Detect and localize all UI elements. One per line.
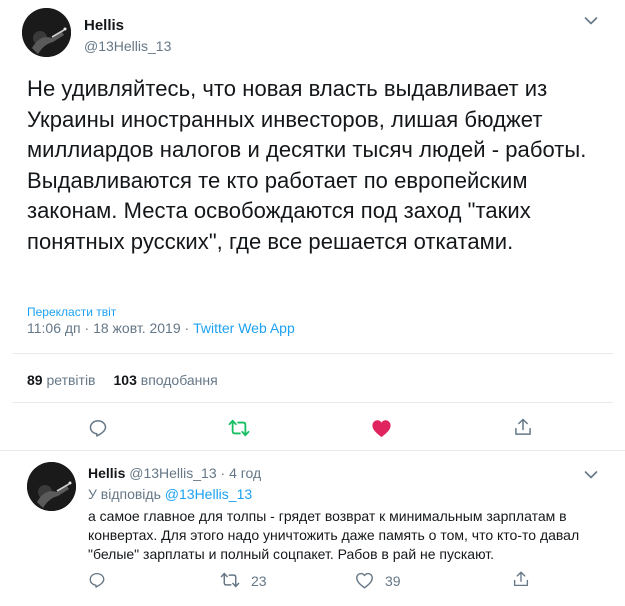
reply-author-name[interactable]: Hellis (88, 465, 125, 481)
likes-stat[interactable]: 103 вподобання (114, 372, 218, 388)
translate-tweet-link[interactable]: Перекласти твіт (27, 305, 116, 319)
replying-to: У відповідь @13Hellis_13 (88, 486, 252, 502)
tweet-text: Не удивляйтесь, что новая власть выдавли… (27, 76, 587, 254)
reply-icon[interactable] (88, 418, 108, 438)
tweet-source-link[interactable]: Twitter Web App (193, 320, 295, 336)
avatar[interactable] (27, 462, 76, 511)
chevron-down-icon[interactable] (584, 16, 598, 26)
heart-icon[interactable] (371, 419, 392, 438)
divider (12, 353, 613, 354)
likes-count: 103 (113, 372, 137, 388)
retweets-label: ретвітів (46, 372, 96, 388)
tweet-time[interactable]: 11:06 дп (27, 320, 81, 336)
tweet-meta: 11:06 дп · 18 жовт. 2019 · Twitter Web A… (27, 320, 295, 336)
meta-separator: · (84, 320, 90, 336)
retweet-icon[interactable] (228, 418, 250, 438)
author-handle[interactable]: @13Hellis_13 (84, 38, 171, 54)
author-name[interactable]: Hellis (84, 17, 124, 34)
retweets-stat[interactable]: 89 ретвітів (27, 372, 96, 388)
avatar[interactable] (22, 8, 71, 57)
heart-icon[interactable] (355, 572, 374, 589)
reply-icon[interactable] (88, 571, 106, 589)
meta-separator: · (184, 320, 190, 336)
reply-header: Hellis @13Hellis_13 · 4 год (88, 465, 261, 481)
share-icon[interactable] (512, 570, 530, 588)
retweets-count: 89 (27, 372, 43, 388)
chevron-down-icon[interactable] (584, 470, 598, 480)
reply-like-count: 39 (385, 573, 401, 589)
retweet-icon[interactable] (220, 571, 240, 589)
reply-to-handle[interactable]: @13Hellis_13 (165, 486, 252, 502)
tweet-date[interactable]: 18 жовт. 2019 (93, 320, 181, 336)
reply-time[interactable]: 4 год (229, 465, 261, 481)
reply-author-handle[interactable]: @13Hellis_13 (129, 465, 216, 481)
divider (12, 402, 613, 403)
reply-to-label: У відповідь (88, 486, 161, 502)
tweet-stats: 89 ретвітів 103 вподобання (27, 372, 218, 388)
divider (0, 450, 625, 451)
share-icon[interactable] (513, 417, 533, 437)
likes-label: вподобання (140, 372, 218, 388)
meta-separator: · (220, 465, 226, 481)
reply-text: а самое главное для толпы - грядет возвр… (88, 508, 580, 562)
reply-retweet-count: 23 (251, 573, 267, 589)
